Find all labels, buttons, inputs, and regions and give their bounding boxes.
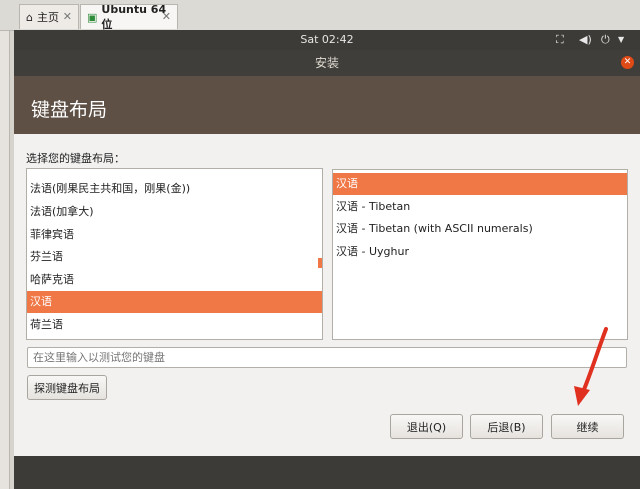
variant-list[interactable]: 汉语 汉语 - Tibetan 汉语 - Tibetan (with ASCII…: [332, 169, 628, 340]
clock[interactable]: Sat 02:42: [14, 33, 640, 46]
quit-button[interactable]: 退出(Q): [390, 414, 463, 439]
continue-button[interactable]: 继续: [551, 414, 624, 439]
layout-list-scrollbar[interactable]: [318, 258, 322, 268]
back-button[interactable]: 后退(B): [470, 414, 543, 439]
close-icon[interactable]: ✕: [162, 10, 171, 23]
ubuntu-top-panel: Sat 02:42 ⛶ ◀) ⏻ ▼: [14, 30, 640, 50]
chevron-down-icon[interactable]: ▼: [618, 35, 624, 44]
list-item[interactable]: 菲律宾语: [27, 224, 322, 246]
host-window-edge: [0, 0, 10, 489]
list-item-selected[interactable]: 汉语: [333, 173, 627, 195]
tab-label: 主页: [36, 11, 59, 24]
list-item[interactable]: 法语(刚果民主共和国，刚果(金)): [27, 178, 322, 200]
window-titlebar: 安装 ✕: [14, 50, 640, 76]
list-item[interactable]: 荷兰语: [27, 314, 322, 336]
layout-list[interactable]: 法语(刚果民主共和国，刚果(金)) 法语(加拿大) 菲律宾语 芬兰语 哈萨克语 …: [26, 168, 323, 340]
window-bottom-area: [14, 456, 640, 489]
list-item[interactable]: 芬兰语: [27, 246, 322, 268]
installer-header: 键盘布局: [14, 76, 640, 134]
tab-ubuntu[interactable]: ▣ Ubuntu 64 位 ✕: [80, 3, 178, 31]
page-title: 键盘布局: [31, 99, 108, 121]
list-item[interactable]: 哈萨克语: [27, 269, 322, 291]
list-item-selected[interactable]: 汉语: [27, 291, 322, 313]
home-icon: ⌂: [26, 10, 33, 24]
detect-layout-button[interactable]: 探测键盘布局: [27, 375, 107, 400]
tab-home[interactable]: ⌂ 主页 ✕: [19, 4, 79, 29]
keyboard-test-input[interactable]: [27, 347, 627, 368]
close-icon[interactable]: ✕: [63, 10, 72, 23]
window-title: 安装: [314, 56, 339, 70]
host-tab-bar: ⌂ 主页 ✕ ▣ Ubuntu 64 位 ✕: [0, 0, 640, 31]
list-item[interactable]: 法语(加拿大): [27, 201, 322, 223]
network-icon[interactable]: ⛶: [556, 33, 564, 47]
volume-icon[interactable]: ◀): [579, 33, 592, 46]
choose-layout-label: 选择您的键盘布局：: [26, 152, 125, 165]
power-icon[interactable]: ⏻: [601, 33, 610, 47]
vm-icon: ▣: [87, 10, 98, 24]
list-item[interactable]: 汉语 - Uyghur: [333, 241, 627, 263]
window-close-button[interactable]: ✕: [621, 56, 634, 69]
list-item[interactable]: 汉语 - Tibetan: [333, 196, 627, 218]
list-item[interactable]: 汉语 - Tibetan (with ASCII numerals): [333, 218, 627, 240]
list-item[interactable]: [27, 169, 322, 177]
